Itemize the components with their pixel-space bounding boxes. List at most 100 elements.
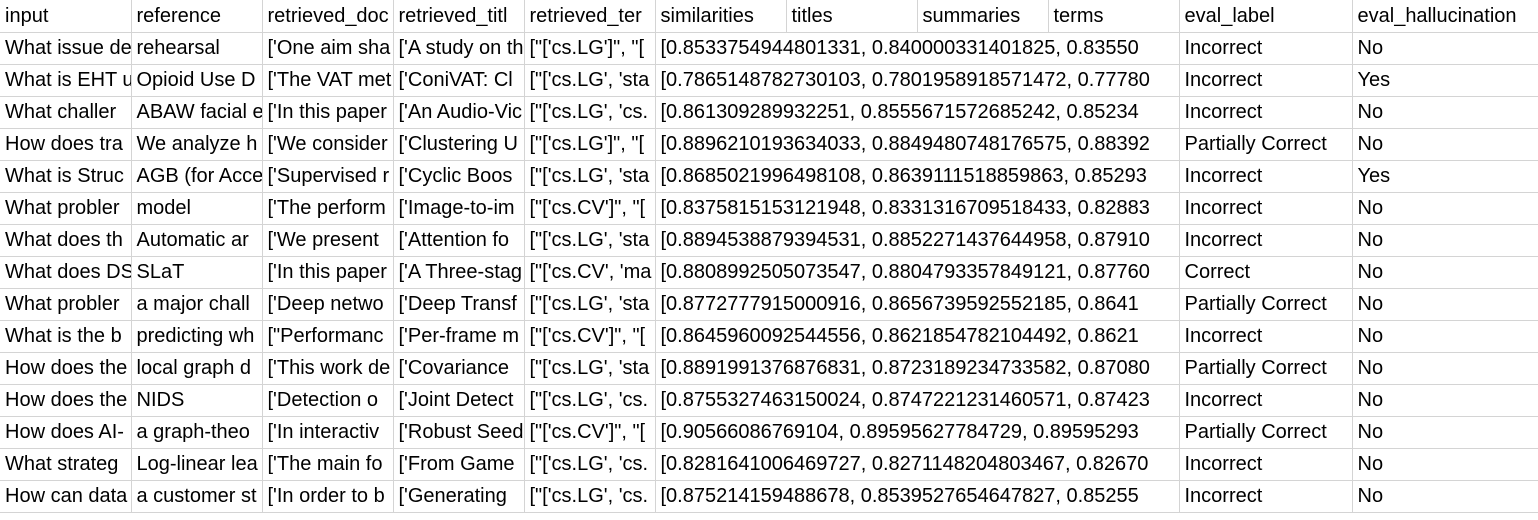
cell-input[interactable]: What is EHT u [0,64,132,97]
cell-retrieved-docs[interactable]: ['Detection o [262,384,394,417]
cell-reference[interactable]: local graph d [131,352,263,385]
cell-eval-label[interactable]: Incorrect [1179,192,1353,225]
cell-eval-hallucination[interactable]: No [1352,448,1538,481]
column-header-similarities[interactable]: similarities [655,0,787,33]
cell-input[interactable]: What issue de [0,32,132,65]
cell-eval-label[interactable]: Correct [1179,256,1353,289]
cell-eval-hallucination[interactable]: Yes [1352,64,1538,97]
cell-similarities[interactable]: [0.8894538879394531, 0.8852271437644958,… [655,224,1179,257]
cell-eval-label[interactable]: Incorrect [1179,480,1353,513]
cell-eval-label[interactable]: Incorrect [1179,96,1353,129]
cell-retrieved-docs[interactable]: ['The perform [262,192,394,225]
cell-retrieved-docs[interactable]: ["Performanc [262,320,394,353]
column-header-reference[interactable]: reference [131,0,263,33]
cell-input[interactable]: What is Struc [0,160,132,193]
cell-input[interactable]: What strateg [0,448,132,481]
cell-similarities[interactable]: [0.90566086769104, 0.89595627784729, 0.8… [655,416,1179,449]
cell-input[interactable]: How does the [0,384,132,417]
cell-retrieved-terms[interactable]: ["['cs.CV', 'ma [524,256,656,289]
cell-eval-label[interactable]: Incorrect [1179,64,1353,97]
cell-retrieved-titles[interactable]: ['Image-to-im [393,192,525,225]
cell-retrieved-docs[interactable]: ['Deep netwo [262,288,394,321]
cell-input[interactable]: How does tra [0,128,132,161]
cell-retrieved-titles[interactable]: ['A study on th [393,32,525,65]
cell-retrieved-terms[interactable]: ["['cs.LG']", "[ [524,32,656,65]
cell-retrieved-docs[interactable]: ['The main fo [262,448,394,481]
cell-reference[interactable]: a major chall [131,288,263,321]
cell-similarities[interactable]: [0.8533754944801331, 0.840000331401825, … [655,32,1179,65]
cell-input[interactable]: What does DS [0,256,132,289]
cell-similarities[interactable]: [0.875214159488678, 0.8539527654647827, … [655,480,1179,513]
cell-retrieved-terms[interactable]: ["['cs.LG']", "[ [524,128,656,161]
cell-reference[interactable]: rehearsal [131,32,263,65]
column-header-input[interactable]: input [0,0,132,33]
cell-eval-label[interactable]: Incorrect [1179,224,1353,257]
cell-eval-label[interactable]: Partially Correct [1179,416,1353,449]
cell-retrieved-terms[interactable]: ["['cs.LG', 'sta [524,224,656,257]
cell-retrieved-terms[interactable]: ["['cs.LG', 'cs. [524,96,656,129]
cell-eval-label[interactable]: Incorrect [1179,320,1353,353]
cell-retrieved-docs[interactable]: ['In interactiv [262,416,394,449]
cell-retrieved-terms[interactable]: ["['cs.CV']", "[ [524,192,656,225]
column-header-retrieved-titles[interactable]: retrieved_titl [393,0,525,33]
column-header-titles[interactable]: titles [786,0,918,33]
cell-retrieved-titles[interactable]: ['Covariance [393,352,525,385]
cell-eval-hallucination[interactable]: No [1352,192,1538,225]
cell-retrieved-docs[interactable]: ['The VAT met [262,64,394,97]
cell-retrieved-titles[interactable]: ['Generating [393,480,525,513]
cell-retrieved-terms[interactable]: ["['cs.LG', 'sta [524,160,656,193]
cell-input[interactable]: How can data [0,480,132,513]
cell-similarities[interactable]: [0.8685021996498108, 0.8639111518859863,… [655,160,1179,193]
cell-retrieved-titles[interactable]: ['Joint Detect [393,384,525,417]
cell-eval-hallucination[interactable]: No [1352,320,1538,353]
cell-input[interactable]: What is the b [0,320,132,353]
cell-reference[interactable]: Log-linear lea [131,448,263,481]
cell-retrieved-titles[interactable]: ['Cyclic Boos [393,160,525,193]
cell-retrieved-terms[interactable]: ["['cs.LG', 'sta [524,352,656,385]
cell-eval-hallucination[interactable]: No [1352,32,1538,65]
cell-similarities[interactable]: [0.8896210193634033, 0.8849480748176575,… [655,128,1179,161]
cell-eval-label[interactable]: Incorrect [1179,384,1353,417]
cell-retrieved-docs[interactable]: ['In this paper [262,96,394,129]
cell-reference[interactable]: model [131,192,263,225]
column-header-retrieved-terms[interactable]: retrieved_ter [524,0,656,33]
cell-eval-hallucination[interactable]: Yes [1352,160,1538,193]
cell-input[interactable]: What does th [0,224,132,257]
cell-reference[interactable]: NIDS [131,384,263,417]
cell-retrieved-terms[interactable]: ["['cs.CV']", "[ [524,416,656,449]
cell-reference[interactable]: AGB (for Acce [131,160,263,193]
cell-similarities[interactable]: [0.8281641006469727, 0.8271148204803467,… [655,448,1179,481]
cell-eval-hallucination[interactable]: No [1352,288,1538,321]
cell-retrieved-docs[interactable]: ['One aim sha [262,32,394,65]
cell-reference[interactable]: ABAW facial e [131,96,263,129]
column-header-retrieved-docs[interactable]: retrieved_doc [262,0,394,33]
column-header-eval-hallucination[interactable]: eval_hallucination [1352,0,1538,33]
cell-retrieved-titles[interactable]: ['ConiVAT: Cl [393,64,525,97]
cell-retrieved-titles[interactable]: ['Attention fo [393,224,525,257]
column-header-terms[interactable]: terms [1048,0,1180,33]
cell-input[interactable]: How does AI- [0,416,132,449]
cell-input[interactable]: What probler [0,288,132,321]
cell-eval-hallucination[interactable]: No [1352,480,1538,513]
cell-retrieved-titles[interactable]: ['From Game [393,448,525,481]
cell-retrieved-docs[interactable]: ['In this paper [262,256,394,289]
cell-similarities[interactable]: [0.8755327463150024, 0.8747221231460571,… [655,384,1179,417]
cell-reference[interactable]: Opioid Use D [131,64,263,97]
cell-eval-label[interactable]: Incorrect [1179,448,1353,481]
cell-input[interactable]: How does the [0,352,132,385]
cell-reference[interactable]: a customer st [131,480,263,513]
cell-retrieved-titles[interactable]: ['A Three-stag [393,256,525,289]
cell-retrieved-terms[interactable]: ["['cs.LG', 'cs. [524,448,656,481]
cell-similarities[interactable]: [0.8772777915000916, 0.8656739592552185,… [655,288,1179,321]
cell-reference[interactable]: SLaT [131,256,263,289]
cell-eval-hallucination[interactable]: No [1352,256,1538,289]
cell-eval-label[interactable]: Partially Correct [1179,128,1353,161]
cell-retrieved-terms[interactable]: ["['cs.CV']", "[ [524,320,656,353]
cell-retrieved-titles[interactable]: ['Deep Transf [393,288,525,321]
cell-retrieved-terms[interactable]: ["['cs.LG', 'sta [524,64,656,97]
cell-similarities[interactable]: [0.7865148782730103, 0.7801958918571472,… [655,64,1179,97]
spreadsheet-grid[interactable]: input reference retrieved_doc retrieved_tit… [0,0,1538,520]
cell-retrieved-docs[interactable]: ['Supervised r [262,160,394,193]
cell-eval-label[interactable]: Partially Correct [1179,288,1353,321]
cell-retrieved-titles[interactable]: ['An Audio-Vic [393,96,525,129]
